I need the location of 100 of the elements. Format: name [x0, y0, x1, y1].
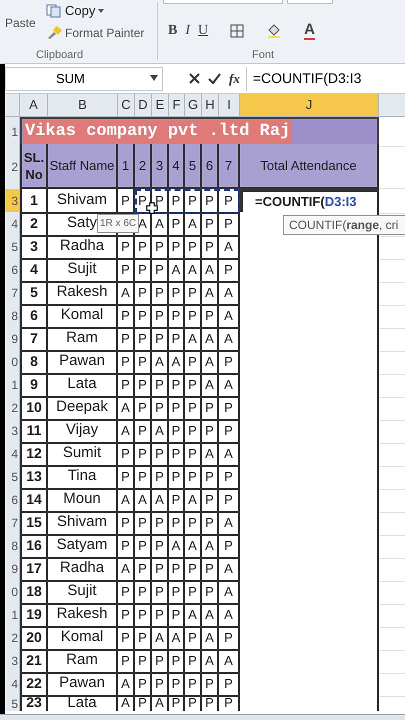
- row-header[interactable]: 2: [5, 144, 20, 189]
- table-cell: A: [202, 534, 219, 558]
- row-header[interactable]: 7: [5, 511, 20, 536]
- row-header[interactable]: 6: [5, 488, 20, 512]
- group-label: Font: [252, 48, 274, 63]
- table-cell: A: [202, 327, 219, 352]
- header-cell: 4: [169, 144, 185, 189]
- paste-button[interactable]: Paste: [5, 14, 36, 32]
- insert-function-button[interactable]: fx: [229, 68, 240, 88]
- column-header[interactable]: B: [48, 94, 118, 116]
- table-cell: A: [185, 327, 202, 352]
- table-cell: A: [118, 281, 135, 306]
- table-cell: 11: [20, 419, 48, 444]
- underline-button[interactable]: U: [198, 20, 208, 41]
- table-cell: Moun: [48, 488, 118, 512]
- caret-icon[interactable]: [98, 8, 104, 13]
- row-header[interactable]: 3: [5, 649, 20, 674]
- table-cell: 18: [20, 580, 48, 604]
- table-cell: P: [135, 442, 152, 466]
- row-header[interactable]: 8: [5, 534, 20, 558]
- table-cell: P: [185, 304, 202, 328]
- table-cell: A: [169, 350, 185, 374]
- table-cell: P: [169, 396, 185, 420]
- caret-icon[interactable]: [150, 74, 158, 80]
- table-cell: P: [185, 442, 202, 466]
- table-cell: 22: [20, 672, 48, 696]
- row-header[interactable]: 1: [5, 603, 20, 628]
- table-cell: A: [152, 419, 169, 444]
- table-cell: P: [169, 442, 185, 466]
- row-header[interactable]: 2: [5, 396, 20, 420]
- row-header[interactable]: 0: [5, 350, 20, 374]
- column-header[interactable]: H: [202, 94, 219, 116]
- table-cell: P: [185, 281, 202, 306]
- row-header[interactable]: 5: [5, 465, 20, 490]
- table-cell: P: [135, 396, 152, 420]
- row-header[interactable]: 6: [5, 258, 20, 282]
- row-header[interactable]: 5: [5, 235, 20, 260]
- column-header[interactable]: C: [118, 94, 135, 116]
- table-cell: A: [185, 258, 202, 282]
- table-cell: A: [152, 350, 169, 374]
- formula-field[interactable]: =COUNTIF(D3:I3: [252, 68, 362, 89]
- table-cell: Deepak: [48, 396, 118, 420]
- table-cell: P: [118, 235, 135, 260]
- table-cell: P: [202, 235, 219, 260]
- column-header[interactable]: F: [169, 94, 185, 116]
- row-header[interactable]: 3: [5, 419, 20, 444]
- row-header[interactable]: 4: [5, 442, 20, 466]
- table-cell: P: [118, 534, 135, 558]
- table-cell: P: [185, 373, 202, 398]
- column-header[interactable]: D: [135, 94, 152, 116]
- bold-button[interactable]: B: [168, 20, 178, 41]
- table-cell: Ram: [48, 649, 118, 674]
- table-cell: 5: [20, 281, 48, 306]
- enter-icon[interactable]: [208, 73, 221, 84]
- name-box[interactable]: SUM: [5, 66, 163, 90]
- row-header[interactable]: 1: [5, 117, 20, 146]
- copy-button[interactable]: Copy: [46, 1, 104, 20]
- row-header[interactable]: 8: [5, 304, 20, 328]
- font-size-field[interactable]: [287, 0, 333, 4]
- row-header[interactable]: 0: [5, 580, 20, 604]
- group-label: Clipboard: [36, 48, 84, 63]
- table-cell: P: [202, 511, 219, 536]
- row-header[interactable]: 7: [5, 281, 20, 306]
- table-cell: P: [135, 649, 152, 674]
- table-cell: P: [152, 235, 169, 260]
- format-painter-button[interactable]: Format Painter: [46, 24, 144, 42]
- table-cell: P: [135, 511, 152, 536]
- header-cell: Staff Name: [48, 144, 118, 189]
- font-color-button[interactable]: A: [304, 22, 315, 40]
- row-header[interactable]: 1: [5, 373, 20, 398]
- table-cell: P: [152, 281, 169, 306]
- row-header[interactable]: 5: [5, 695, 20, 711]
- column-header[interactable]: J: [240, 94, 379, 116]
- row-header[interactable]: 2: [5, 626, 20, 650]
- borders-icon[interactable]: [230, 24, 244, 38]
- table-cell: P: [202, 672, 219, 696]
- column-header[interactable]: A: [20, 94, 48, 116]
- table-cell: P: [185, 580, 202, 604]
- table-cell: 8: [20, 350, 48, 374]
- row-header[interactable]: 9: [5, 327, 20, 352]
- cancel-icon[interactable]: [189, 73, 200, 84]
- row-header[interactable]: 9: [5, 557, 20, 582]
- table-cell: P: [118, 649, 135, 674]
- row-header[interactable]: 4: [5, 212, 20, 236]
- table-cell: A: [169, 626, 185, 650]
- row-header[interactable]: 3: [5, 189, 20, 214]
- table-cell: P: [152, 304, 169, 328]
- italic-button[interactable]: I: [185, 20, 190, 41]
- table-cell: Tina: [48, 465, 118, 490]
- paint-bucket-icon[interactable]: [266, 24, 282, 38]
- table-cell: P: [169, 557, 185, 582]
- column-header[interactable]: E: [152, 94, 169, 116]
- active-cell[interactable]: =COUNTIF(D3:I3: [240, 189, 379, 214]
- table-cell: P: [152, 603, 169, 628]
- column-header[interactable]: G: [185, 94, 202, 116]
- table-cell: 4: [20, 258, 48, 282]
- table-cell: Rakesh: [48, 281, 118, 306]
- table-cell: A: [152, 626, 169, 650]
- font-name-field[interactable]: [163, 0, 283, 4]
- row-header[interactable]: 4: [5, 672, 20, 696]
